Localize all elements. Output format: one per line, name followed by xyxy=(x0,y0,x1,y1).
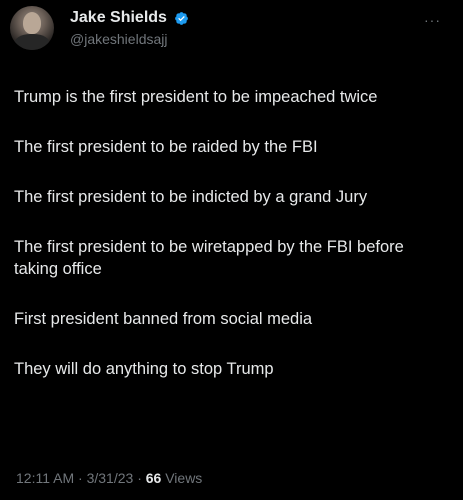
handle[interactable]: @jakeshieldsajj xyxy=(70,31,189,47)
avatar[interactable] xyxy=(10,6,54,50)
tweet-paragraph: They will do anything to stop Trump xyxy=(14,360,274,378)
author-block: Jake Shields @jakeshieldsajj xyxy=(70,9,189,47)
meta-separator: · xyxy=(137,470,142,486)
tweet-paragraph: The first president to be wiretapped by … xyxy=(14,238,404,278)
verified-badge-icon xyxy=(175,11,189,25)
tweet-card: Jake Shields @jakeshieldsajj ··· Trump i… xyxy=(0,0,463,500)
views-label: Views xyxy=(165,470,203,486)
tweet-paragraph: First president banned from social media xyxy=(14,310,313,328)
views-count: 66 xyxy=(145,470,162,486)
tweet-paragraph: Trump is the first president to be impea… xyxy=(14,88,378,106)
meta-separator: · xyxy=(78,470,83,486)
display-name[interactable]: Jake Shields xyxy=(70,9,167,27)
tweet-header: Jake Shields @jakeshieldsajj ··· xyxy=(8,4,455,54)
more-icon[interactable]: ··· xyxy=(424,12,441,28)
avatar-face xyxy=(23,12,41,34)
tweet-paragraph: The first president to be indicted by a … xyxy=(14,188,368,206)
tweet-time[interactable]: 12:11 AM xyxy=(16,470,74,486)
tweet-date[interactable]: 3/31/23 xyxy=(87,470,134,486)
tweet-text: Trump is the first president to be impea… xyxy=(14,86,449,408)
tweet-meta: 12:11 AM · 3/31/23 · 66 Views xyxy=(16,470,202,486)
tweet-paragraph: The first president to be raided by the … xyxy=(14,138,318,156)
avatar-shirt xyxy=(14,34,50,50)
